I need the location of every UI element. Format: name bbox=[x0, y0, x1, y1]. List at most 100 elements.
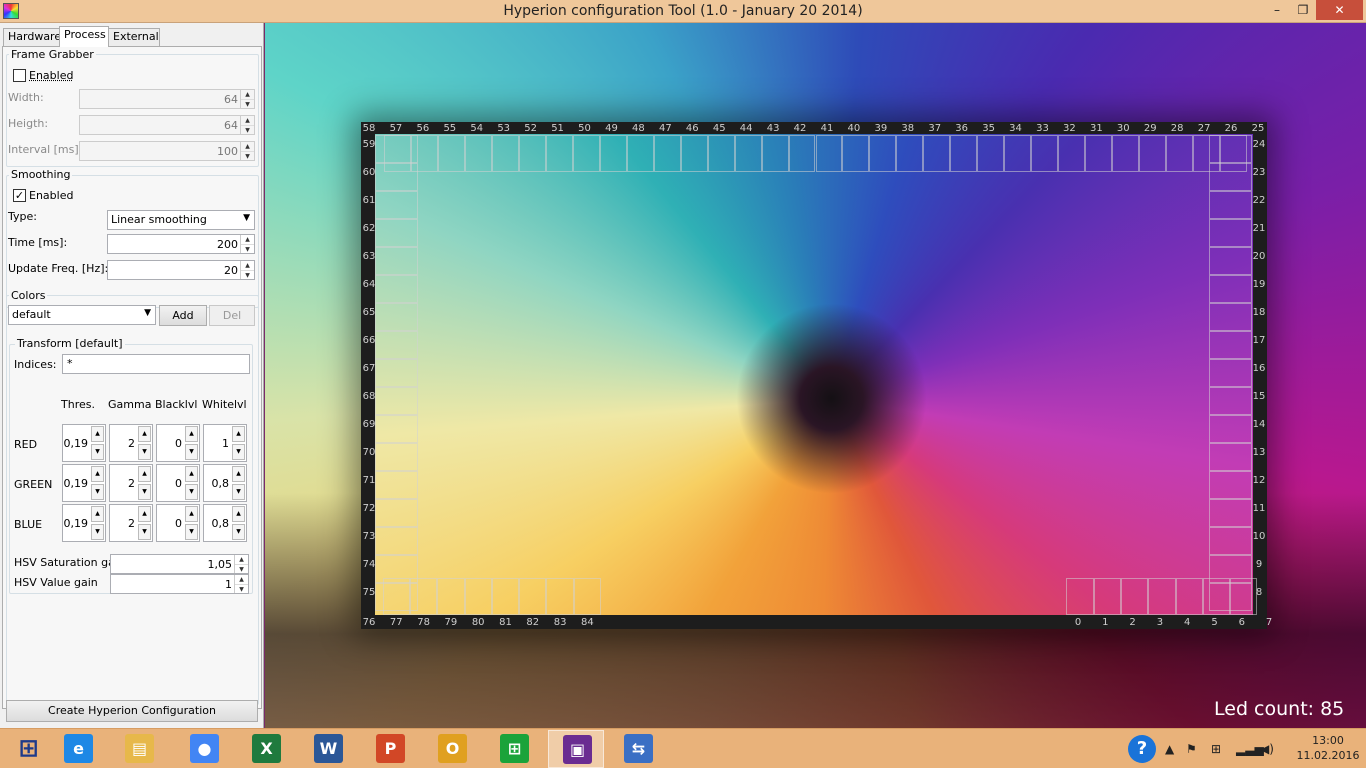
internet-explorer-taskbar-button[interactable]: e bbox=[50, 730, 106, 768]
frame-grabber-enabled-checkbox[interactable] bbox=[13, 69, 26, 82]
led-box-64 bbox=[375, 275, 418, 303]
volume-icon[interactable]: ◀) bbox=[1260, 729, 1274, 768]
led-number-27: 27 bbox=[1197, 123, 1211, 134]
clock-time: 13:00 bbox=[1312, 734, 1344, 747]
start-taskbar-button[interactable]: ⊞ bbox=[0, 730, 56, 768]
word-taskbar-button[interactable]: W bbox=[300, 730, 356, 768]
tray-expand-icon[interactable]: ▲ bbox=[1165, 729, 1174, 768]
led-box-30 bbox=[1111, 135, 1139, 172]
led-number-41: 41 bbox=[820, 123, 834, 134]
led-box-24 bbox=[1209, 135, 1252, 163]
excel-taskbar-button[interactable]: X bbox=[238, 730, 294, 768]
help-icon[interactable]: ? bbox=[1128, 729, 1158, 768]
blue-gamma-spinbox[interactable]: 2 ▲ ▼ bbox=[109, 504, 153, 542]
width-label: Width: bbox=[8, 91, 44, 104]
del-color-button[interactable]: Del bbox=[209, 305, 255, 326]
time-spinbox[interactable]: 200 ▲ ▼ bbox=[107, 234, 255, 254]
led-number-14: 14 bbox=[1252, 419, 1266, 430]
hsv-saturation-label: HSV Saturation gain bbox=[14, 556, 125, 569]
height-spinbox[interactable]: 64 ▲ ▼ bbox=[79, 115, 255, 135]
smoothing-enabled-checkbox[interactable]: ✓ bbox=[13, 189, 26, 202]
led-number-9: 9 bbox=[1255, 559, 1263, 570]
led-box-54 bbox=[465, 135, 493, 172]
width-spin-arrows[interactable]: ▲ ▼ bbox=[240, 90, 254, 108]
hsv-value-spinbox[interactable]: 1 ▲ ▼ bbox=[110, 574, 249, 594]
powerpoint-taskbar-button[interactable]: P bbox=[362, 730, 418, 768]
flag-icon[interactable]: ⚑ bbox=[1186, 729, 1197, 768]
indices-input[interactable]: * bbox=[62, 354, 250, 374]
network-tool-taskbar-button[interactable]: ⇆ bbox=[610, 730, 666, 768]
led-box-18 bbox=[1209, 303, 1252, 331]
green-blacklvl-spinbox[interactable]: 0 ▲ ▼ bbox=[156, 464, 200, 502]
smoothing-type-combo[interactable]: Linear smoothing ▼ bbox=[107, 210, 255, 230]
led-number-79: 79 bbox=[444, 617, 458, 628]
red-thres-spinbox[interactable]: 0,19 ▲ ▼ bbox=[62, 424, 106, 462]
minimize-button[interactable]: – bbox=[1264, 0, 1290, 20]
led-number-28: 28 bbox=[1170, 123, 1184, 134]
led-box-67 bbox=[375, 359, 418, 387]
row-blue-label: BLUE bbox=[14, 518, 43, 531]
maximize-button[interactable]: ❐ bbox=[1290, 0, 1316, 20]
windows-icon[interactable]: ⊞ bbox=[1211, 729, 1221, 768]
time-spin-arrows[interactable]: ▲ ▼ bbox=[240, 235, 254, 253]
width-spinbox[interactable]: 64 ▲ ▼ bbox=[79, 89, 255, 109]
height-label: Heigth: bbox=[8, 117, 49, 130]
led-box-65 bbox=[375, 303, 418, 331]
blue-whitelvl-spinbox[interactable]: 0,8 ▲ ▼ bbox=[203, 504, 247, 542]
add-color-button[interactable]: Add bbox=[159, 305, 207, 326]
col-blacklvl-header: Blacklvl bbox=[155, 398, 198, 411]
led-box-52 bbox=[519, 135, 547, 172]
tab-external[interactable]: External bbox=[108, 28, 160, 46]
color-profile-combo[interactable]: default ▼ bbox=[8, 305, 156, 325]
led-box-80 bbox=[464, 578, 492, 615]
led-box-61 bbox=[375, 191, 418, 219]
height-spin-arrows[interactable]: ▲ ▼ bbox=[240, 116, 254, 134]
blue-thres-spinbox[interactable]: 0,19 ▲ ▼ bbox=[62, 504, 106, 542]
chrome-taskbar-button[interactable]: ● bbox=[176, 730, 232, 768]
file-explorer-taskbar-button[interactable]: ▤ bbox=[111, 730, 167, 768]
freq-spin-arrows[interactable]: ▲ ▼ bbox=[240, 261, 254, 279]
frame-grabber-enabled-label: Enabled bbox=[29, 69, 74, 82]
hsv-value-label: HSV Value gain bbox=[14, 576, 98, 589]
red-blacklvl-spinbox[interactable]: 0 ▲ ▼ bbox=[156, 424, 200, 462]
green-gamma-spinbox[interactable]: 2 ▲ ▼ bbox=[109, 464, 153, 502]
led-box-41 bbox=[815, 135, 843, 172]
led-box-31 bbox=[1084, 135, 1112, 172]
led-number-11: 11 bbox=[1252, 503, 1266, 514]
hsv-saturation-spinbox[interactable]: 1,05 ▲ ▼ bbox=[110, 554, 249, 574]
led-number-33: 33 bbox=[1036, 123, 1049, 134]
led-box-59 bbox=[375, 135, 418, 163]
create-configuration-button[interactable]: Create Hyperion Configuration bbox=[6, 700, 258, 722]
store-taskbar-button[interactable]: ⊞ bbox=[486, 730, 542, 768]
tab-hardware[interactable]: Hardware bbox=[3, 28, 61, 46]
tab-process[interactable]: Process bbox=[59, 26, 109, 47]
blue-blacklvl-spinbox[interactable]: 0 ▲ ▼ bbox=[156, 504, 200, 542]
led-box-62 bbox=[375, 219, 418, 247]
green-thres-spinbox[interactable]: 0,19 ▲ ▼ bbox=[62, 464, 106, 502]
led-number-56: 56 bbox=[416, 123, 430, 134]
red-gamma-spinbox[interactable]: 2 ▲ ▼ bbox=[109, 424, 153, 462]
title-bar: Hyperion configuration Tool (1.0 - Janua… bbox=[0, 0, 1366, 23]
led-number-51: 51 bbox=[551, 123, 564, 134]
led-number-77: 77 bbox=[389, 617, 403, 628]
led-box-12 bbox=[1209, 471, 1252, 499]
led-number-3: 3 bbox=[1156, 617, 1164, 628]
close-button[interactable]: ✕ bbox=[1316, 0, 1363, 20]
led-box-78 bbox=[409, 578, 438, 615]
led-box-51 bbox=[546, 135, 574, 172]
led-number-26: 26 bbox=[1224, 123, 1238, 134]
hyperion-app-taskbar-button[interactable]: ▣ bbox=[548, 730, 604, 768]
led-box-81 bbox=[491, 578, 520, 615]
led-number-1: 1 bbox=[1102, 617, 1109, 628]
led-box-84 bbox=[573, 578, 602, 615]
red-whitelvl-spinbox[interactable]: 1 ▲ ▼ bbox=[203, 424, 247, 462]
interval-spin-arrows[interactable]: ▲ ▼ bbox=[240, 142, 254, 160]
led-box-1 bbox=[1093, 578, 1121, 615]
interval-spinbox[interactable]: 100 ▲ ▼ bbox=[79, 141, 255, 161]
freq-label: Update Freq. [Hz]: bbox=[8, 262, 109, 275]
led-number-29: 29 bbox=[1143, 123, 1157, 134]
clock[interactable]: 13:00 11.02.2016 bbox=[1296, 733, 1360, 763]
green-whitelvl-spinbox[interactable]: 0,8 ▲ ▼ bbox=[203, 464, 247, 502]
outlook-taskbar-button[interactable]: O bbox=[424, 730, 480, 768]
freq-spinbox[interactable]: 20 ▲ ▼ bbox=[107, 260, 255, 280]
